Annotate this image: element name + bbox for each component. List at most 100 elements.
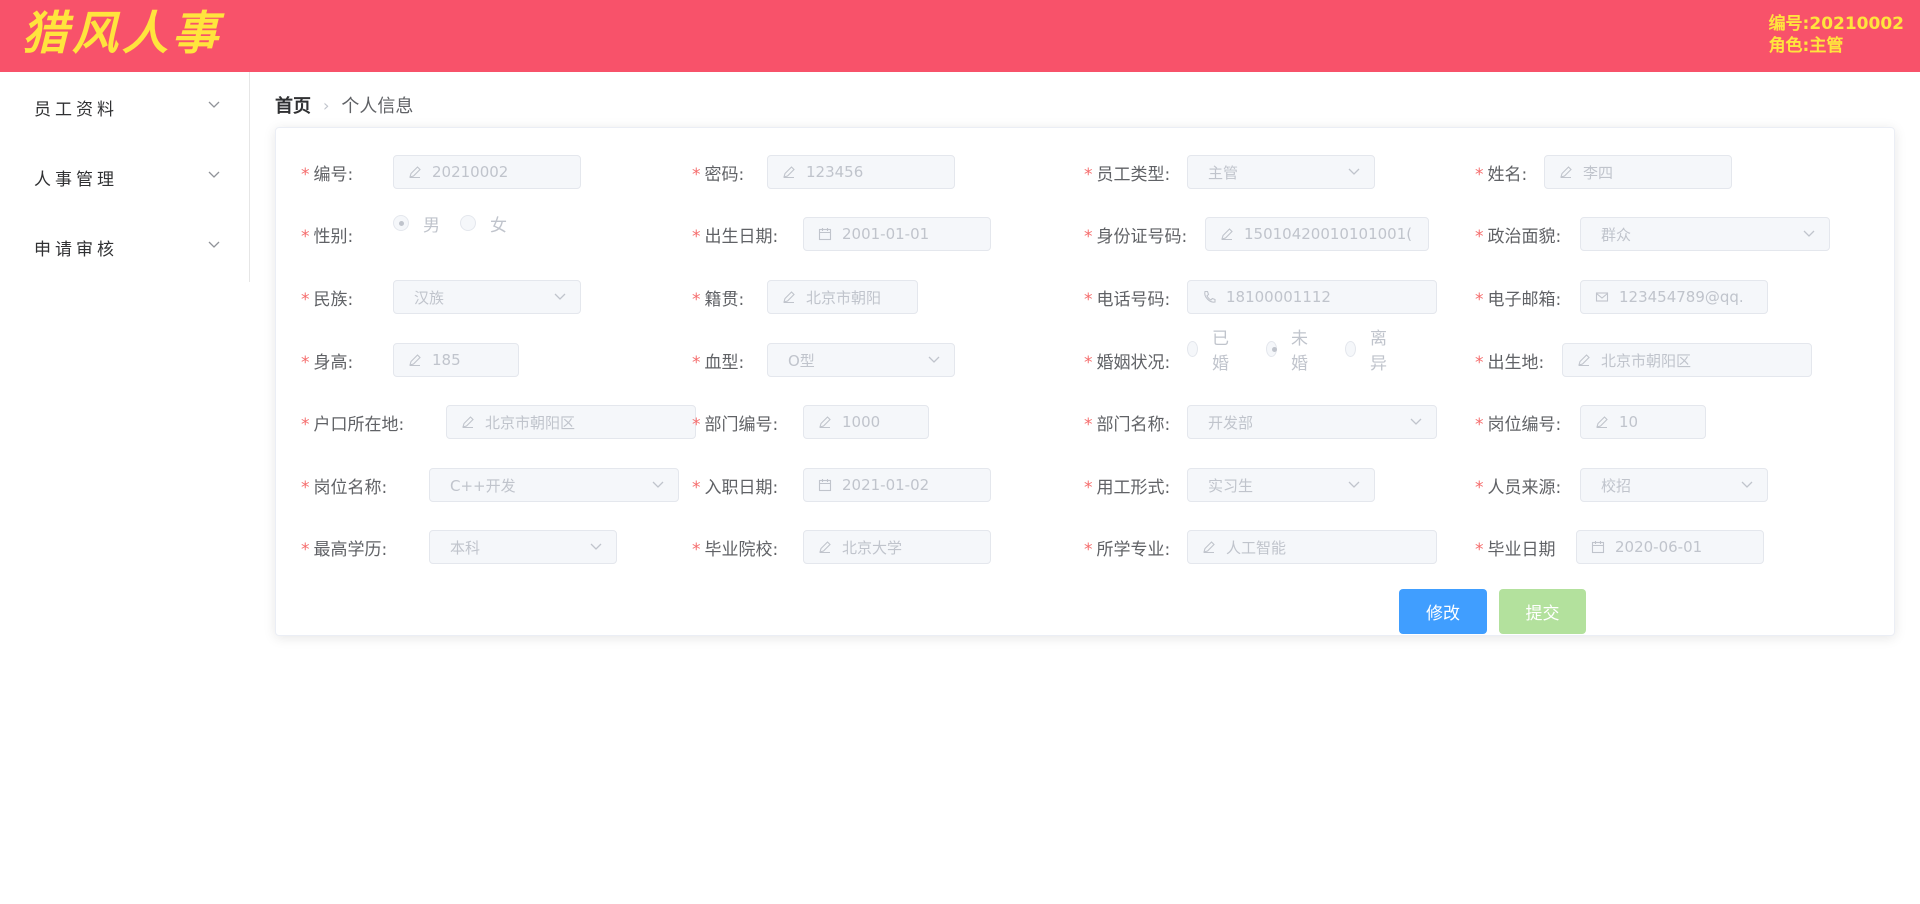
- field-label: 毕业日期: [1487, 539, 1556, 560]
- birthplace-input[interactable]: 北京市朝阳区: [1562, 343, 1812, 377]
- field-label: 编号:: [313, 164, 354, 185]
- edit-icon: [1578, 354, 1590, 367]
- top-header: 猎风人事 编号:20210002 角色:主管: [0, 0, 1920, 72]
- post-id-input[interactable]: 10: [1580, 405, 1706, 439]
- mail-icon: [1595, 292, 1609, 302]
- employee-type-select[interactable]: 主管: [1187, 155, 1375, 189]
- field-password: * 密码: 123456: [692, 154, 955, 190]
- field-label: 毕业院校:: [704, 539, 779, 560]
- grad-date-picker[interactable]: 2020-06-01: [1576, 530, 1764, 564]
- edit-icon: [1596, 416, 1608, 429]
- education-select[interactable]: 本科: [429, 530, 617, 564]
- field-phone: * 电话号码: 18100001112: [1084, 279, 1437, 315]
- radio-dot: [1187, 341, 1199, 357]
- field-marital: * 婚姻状况: 已婚 未婚 离异: [1084, 329, 1387, 378]
- calendar-icon: [818, 228, 832, 241]
- user-role-text: 角色:主管: [1768, 36, 1844, 56]
- dept-id-input[interactable]: 1000: [803, 405, 929, 439]
- height-input[interactable]: 185: [393, 343, 519, 377]
- marital-radio-divorced[interactable]: 离异: [1345, 324, 1392, 374]
- employment-form-select[interactable]: 实习生: [1187, 468, 1375, 502]
- name-input[interactable]: 李四: [1544, 155, 1732, 189]
- edit-icon: [783, 291, 795, 304]
- chevron-down-icon: [1348, 481, 1360, 488]
- field-hire-date: * 入职日期: 2021-01-02: [692, 467, 991, 503]
- edit-icon: [783, 166, 795, 179]
- id-card-input[interactable]: 15010420010101001(: [1205, 217, 1429, 251]
- field-politics: * 政治面貌: 群众: [1475, 216, 1830, 252]
- field-grad-date: * 毕业日期 2020-06-01: [1475, 529, 1764, 565]
- household-input[interactable]: 北京市朝阳区: [446, 405, 696, 439]
- field-birthplace: * 出生地: 北京市朝阳区: [1475, 342, 1812, 378]
- calendar-icon: [818, 479, 832, 492]
- user-info: 编号:20210002 角色:主管: [1769, 13, 1904, 57]
- field-label: 身高:: [313, 352, 354, 373]
- field-employment-form: * 用工形式: 实习生: [1084, 467, 1375, 503]
- edit-icon: [409, 166, 421, 179]
- field-dept-name: * 部门名称: 开发部: [1084, 404, 1437, 440]
- edit-icon: [409, 354, 421, 367]
- edit-button[interactable]: 修改: [1399, 589, 1487, 634]
- submit-button[interactable]: 提交: [1499, 589, 1586, 634]
- hire-date-picker[interactable]: 2021-01-02: [803, 468, 991, 502]
- chevron-down-icon: [554, 293, 566, 300]
- sidebar-item-label: 员工资料: [34, 99, 118, 120]
- marital-radio-single[interactable]: 未婚: [1266, 324, 1313, 374]
- field-ethnicity: * 民族: 汉族: [301, 279, 581, 315]
- field-email: * 电子邮箱: 123454789@qq.: [1475, 279, 1768, 315]
- field-post-id: * 岗位编号: 10: [1475, 404, 1706, 440]
- radio-dot: [460, 215, 476, 231]
- phone-input[interactable]: 18100001112: [1187, 280, 1437, 314]
- politics-select[interactable]: 群众: [1580, 217, 1830, 251]
- field-id-card: * 身份证号码: 15010420010101001(: [1084, 216, 1429, 252]
- breadcrumb-home[interactable]: 首页: [275, 92, 311, 118]
- field-blood-type: * 血型: O型: [692, 342, 955, 378]
- sidebar-item-approval[interactable]: 申请审核: [0, 212, 249, 282]
- post-name-select[interactable]: C++开发: [429, 468, 679, 502]
- id-input[interactable]: 20210002: [393, 155, 581, 189]
- source-select[interactable]: 校招: [1580, 468, 1768, 502]
- breadcrumb-separator-icon: ›: [323, 95, 330, 115]
- edit-icon: [819, 416, 831, 429]
- field-label: 身份证号码:: [1096, 226, 1188, 247]
- radio-dot: [1345, 341, 1357, 357]
- dept-name-select[interactable]: 开发部: [1187, 405, 1437, 439]
- field-school: * 毕业院校: 北京大学: [692, 529, 991, 565]
- radio-dot: [393, 215, 409, 231]
- field-gender: * 性别: 男 女: [301, 215, 507, 252]
- chevron-down-icon: [208, 241, 220, 248]
- gender-radio-female[interactable]: 女: [460, 211, 507, 236]
- chevron-down-icon: [1410, 418, 1422, 425]
- marital-radio-group: 已婚 未婚 离异: [1187, 329, 1412, 374]
- major-input[interactable]: 人工智能: [1187, 530, 1437, 564]
- field-label: 部门名称:: [1096, 414, 1171, 435]
- edit-icon: [819, 541, 831, 554]
- ethnicity-select[interactable]: 汉族: [393, 280, 581, 314]
- field-label: 电子邮箱:: [1487, 289, 1562, 310]
- birth-date-picker[interactable]: 2001-01-01: [803, 217, 991, 251]
- blood-type-select[interactable]: O型: [767, 343, 955, 377]
- native-place-input[interactable]: 北京市朝阳: [767, 280, 918, 314]
- field-household: * 户口所在地: 北京市朝阳区: [301, 404, 696, 440]
- password-input[interactable]: 123456: [767, 155, 955, 189]
- field-post-name: * 岗位名称: C++开发: [301, 467, 679, 503]
- field-label: 性别:: [313, 226, 354, 247]
- chevron-down-icon: [208, 171, 220, 178]
- personal-info-card: * 编号: 20210002 * 密码: 123456 * 员工类型: 主管 * 姓名:…: [275, 127, 1895, 636]
- sidebar-item-employee-info[interactable]: 员工资料: [0, 72, 249, 142]
- school-input[interactable]: 北京大学: [803, 530, 991, 564]
- field-label: 人员来源:: [1487, 477, 1562, 498]
- field-id: * 编号: 20210002: [301, 154, 581, 190]
- sidebar-menu: 员工资料 人事管理 申请审核: [0, 72, 250, 282]
- edit-icon: [1221, 228, 1233, 241]
- sidebar-item-hr-management[interactable]: 人事管理: [0, 142, 249, 212]
- field-label: 民族:: [313, 289, 354, 310]
- field-birth-date: * 出生日期: 2001-01-01: [692, 216, 991, 252]
- gender-radio-male[interactable]: 男: [393, 211, 440, 236]
- marital-radio-married[interactable]: 已婚: [1187, 324, 1234, 374]
- email-input[interactable]: 123454789@qq.: [1580, 280, 1768, 314]
- field-label: 岗位名称:: [313, 477, 388, 498]
- field-label: 员工类型:: [1096, 164, 1171, 185]
- field-source: * 人员来源: 校招: [1475, 467, 1768, 503]
- user-id-text: 编号:20210002: [1768, 14, 1904, 34]
